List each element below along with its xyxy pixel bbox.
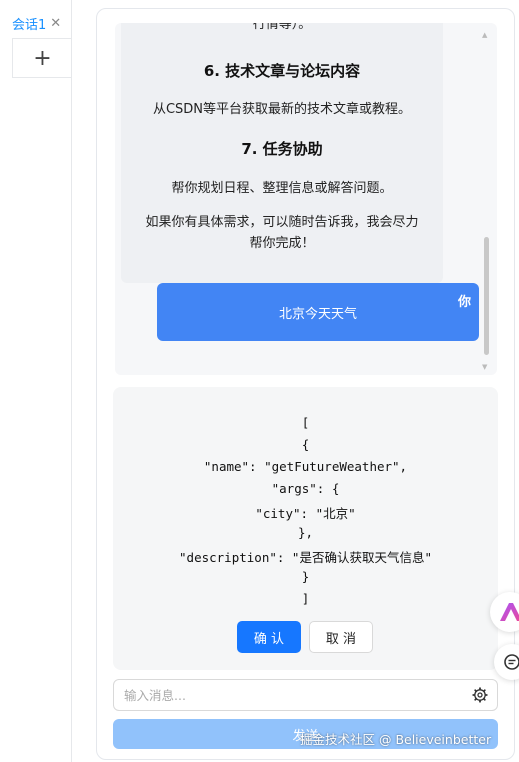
function-call-confirmation: [ { "name": "getFutureWeather", "args": … <box>113 387 498 670</box>
message-input-box[interactable] <box>113 679 498 711</box>
cancel-button[interactable]: 取 消 <box>309 621 373 653</box>
watermark: 掘金技术社区 @ Believeinbetter <box>300 732 492 747</box>
tab-session-1[interactable]: 会话1 ✕ <box>12 12 61 34</box>
assistant-text-line: 如果你有具体需求，可以随时告诉我，我会尽力 <box>145 215 419 230</box>
code-line: }, <box>297 525 314 540</box>
chat-panel: 行情等）。 6. 技术文章与论坛内容 从CSDN等平台获取最新的技术文章或教程。… <box>96 8 515 760</box>
message-input[interactable] <box>124 685 464 705</box>
code-line: "city": "北京" <box>255 506 356 521</box>
assistant-message: 行情等）。 6. 技术文章与论坛内容 从CSDN等平台获取最新的技术文章或教程。… <box>121 23 443 283</box>
settings-icon[interactable] <box>472 687 488 703</box>
scroll-down-icon[interactable]: ▼ <box>482 363 487 371</box>
assistant-heading: 7. 任务协助 <box>241 140 323 158</box>
user-message-text: 北京今天天气 <box>278 307 357 322</box>
code-line: ] <box>301 591 310 606</box>
ai-assistant-icon <box>490 603 519 636</box>
code-line: "args": { <box>271 481 340 496</box>
add-session-button[interactable]: + <box>12 38 72 78</box>
chat-icon <box>494 654 519 684</box>
assistant-text-line: 帮你规划日程、整理信息或解答问题。 <box>171 181 393 196</box>
assistant-text-line: 行情等）。 <box>252 23 312 32</box>
code-line: } <box>301 569 310 584</box>
session-tab-strip: 会话1 ✕ + <box>0 0 72 762</box>
code-line: [ <box>301 415 310 430</box>
code-line: "name": "getFutureWeather", <box>203 459 408 474</box>
chat-float-button[interactable] <box>494 644 519 680</box>
plus-icon: + <box>33 45 52 71</box>
scrollbar-thumb[interactable] <box>484 237 489 355</box>
code-line: { <box>301 437 310 452</box>
tab-session-1-label[interactable]: 会话1 <box>12 14 46 33</box>
user-message: 你 北京今天天气 <box>157 283 479 341</box>
app-root: 会话1 ✕ + 行情等）。 6. 技术文章与论坛内容 从CSDN等平台获取最新的… <box>0 0 519 762</box>
history-scrollbar[interactable]: ▲ ▼ <box>481 31 491 371</box>
assistant-heading: 6. 技术文章与论坛内容 <box>203 62 361 80</box>
code-line: "description": "是否确认获取天气信息" <box>179 550 432 565</box>
ai-assistant-float-button[interactable] <box>490 592 519 632</box>
close-icon[interactable]: ✕ <box>50 16 61 31</box>
assistant-text-line: 从CSDN等平台获取最新的技术文章或教程。 <box>152 102 412 117</box>
assistant-text-line: 帮你完成！ <box>249 236 315 251</box>
message-history[interactable]: 行情等）。 6. 技术文章与论坛内容 从CSDN等平台获取最新的技术文章或教程。… <box>115 23 497 375</box>
scroll-up-icon[interactable]: ▲ <box>482 31 487 39</box>
confirm-button[interactable]: 确 认 <box>237 621 301 653</box>
